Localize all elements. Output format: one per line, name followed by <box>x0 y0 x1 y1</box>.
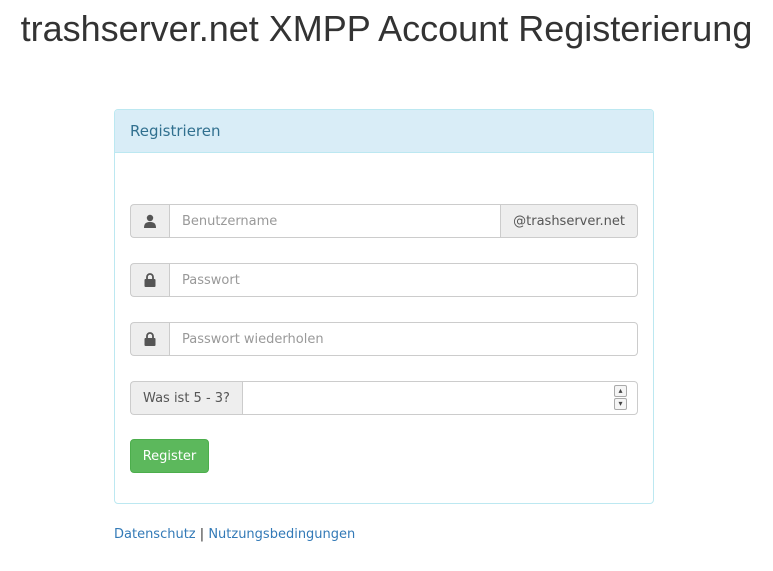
captcha-group: Was ist 5 - 3? ▴ ▾ <box>130 381 638 415</box>
spinner-down-icon[interactable]: ▾ <box>614 398 627 410</box>
password-repeat-group <box>130 322 638 356</box>
lock-icon <box>130 322 169 356</box>
username-group: @trashserver.net <box>130 204 638 238</box>
register-button[interactable]: Register <box>130 439 209 473</box>
password-repeat-input[interactable] <box>169 322 638 356</box>
registration-panel: Registrieren @trashserver.net <box>114 109 654 504</box>
number-spinner[interactable]: ▴ ▾ <box>614 385 627 410</box>
privacy-link[interactable]: Datenschutz <box>114 527 196 542</box>
captcha-question: Was ist 5 - 3? <box>130 381 242 415</box>
spinner-up-icon[interactable]: ▴ <box>614 385 627 397</box>
user-icon <box>130 204 169 238</box>
page-title: trashserver.net XMPP Account Registerier… <box>20 8 753 49</box>
captcha-answer-input[interactable] <box>242 381 638 415</box>
footer-separator: | <box>199 527 205 542</box>
username-input[interactable] <box>169 204 502 238</box>
password-group <box>130 263 638 297</box>
domain-suffix: @trashserver.net <box>501 204 638 238</box>
password-input[interactable] <box>169 263 638 297</box>
lock-icon <box>130 263 169 297</box>
terms-link[interactable]: Nutzungsbedingungen <box>208 527 355 542</box>
panel-heading: Registrieren <box>115 110 653 153</box>
footer-links: Datenschutz | Nutzungsbedingungen <box>114 527 355 542</box>
